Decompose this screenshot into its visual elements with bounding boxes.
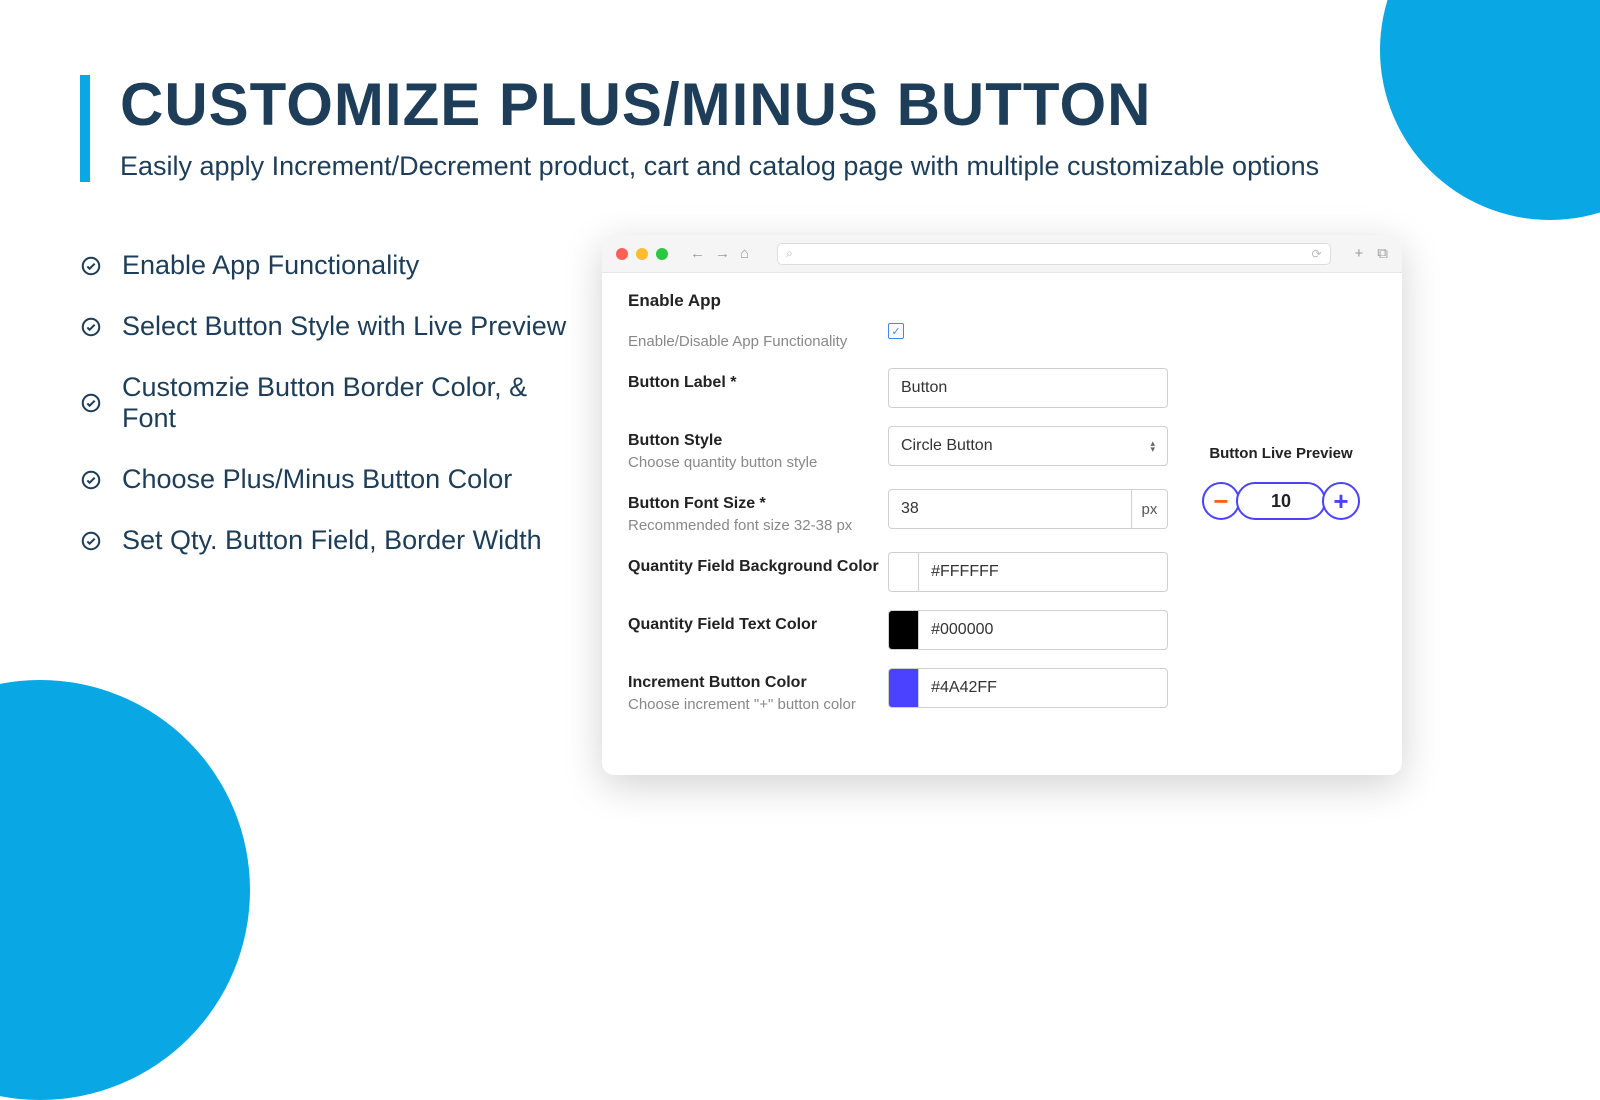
- required-asterisk: *: [730, 374, 736, 391]
- minimize-window-button[interactable]: [636, 248, 648, 260]
- quantity-stepper: − 10 +: [1186, 482, 1376, 520]
- button-style-select[interactable]: Circle Button ▴▾: [888, 426, 1168, 466]
- maximize-window-button[interactable]: [656, 248, 668, 260]
- list-item: Set Qty. Button Field, Border Width: [80, 525, 580, 556]
- check-circle-icon: [80, 392, 102, 414]
- inc-color-hint: Choose increment "+" button color: [628, 696, 888, 713]
- font-size-hint: Recommended font size 32-38 px: [628, 517, 888, 534]
- inc-color-label: Increment Button Color: [628, 674, 888, 692]
- quantity-field[interactable]: 10: [1236, 482, 1326, 520]
- feature-text: Set Qty. Button Field, Border Width: [122, 525, 542, 556]
- button-style-value: Circle Button: [901, 437, 993, 455]
- browser-window: ← → ⌂ ⌕ ⟳ + ⧉ Enable App Enable/Disable …: [602, 235, 1402, 775]
- chevron-updown-icon: ▴▾: [1150, 440, 1155, 452]
- decorative-blob-top: [1380, 0, 1600, 220]
- browser-chrome: ← → ⌂ ⌕ ⟳ + ⧉: [602, 235, 1402, 273]
- preview-title: Button Live Preview: [1186, 445, 1376, 462]
- bg-color-label: Quantity Field Background Color: [628, 558, 888, 576]
- list-item: Choose Plus/Minus Button Color: [80, 464, 580, 495]
- button-style-hint: Choose quantity button style: [628, 454, 888, 471]
- font-size-label: Button Font Size: [628, 495, 755, 512]
- increment-button[interactable]: +: [1322, 482, 1360, 520]
- list-item: Customzie Button Border Color, & Font: [80, 372, 580, 434]
- inc-color-swatch[interactable]: [888, 668, 918, 708]
- check-circle-icon: [80, 316, 102, 338]
- feature-list: Enable App Functionality Select Button S…: [80, 250, 580, 586]
- check-circle-icon: [80, 469, 102, 491]
- required-asterisk: *: [760, 495, 766, 512]
- decorative-blob-bottom: [0, 680, 250, 1100]
- list-item: Enable App Functionality: [80, 250, 580, 281]
- forward-button[interactable]: →: [715, 245, 730, 262]
- new-tab-button[interactable]: +: [1355, 245, 1364, 262]
- close-window-button[interactable]: [616, 248, 628, 260]
- font-size-input[interactable]: [888, 489, 1132, 529]
- app-settings-panel: Enable App Enable/Disable App Functional…: [602, 273, 1402, 731]
- text-color-swatch[interactable]: [888, 610, 918, 650]
- reload-icon[interactable]: ⟳: [1311, 247, 1321, 261]
- button-label-label: Button Label: [628, 374, 726, 391]
- font-size-unit: px: [1132, 489, 1168, 529]
- enable-app-hint: Enable/Disable App Functionality: [628, 333, 888, 350]
- feature-text: Enable App Functionality: [122, 250, 419, 281]
- button-style-label: Button Style: [628, 432, 888, 450]
- home-button[interactable]: ⌂: [740, 245, 749, 262]
- text-color-label: Quantity Field Text Color: [628, 616, 888, 634]
- text-color-input[interactable]: [918, 610, 1168, 650]
- inc-color-input[interactable]: [918, 668, 1168, 708]
- page-title: CUSTOMIZE PLUS/MINUS BUTTON: [120, 75, 1319, 135]
- back-button[interactable]: ←: [690, 245, 705, 262]
- page-subtitle: Easily apply Increment/Decrement product…: [120, 151, 1319, 182]
- page-header: CUSTOMIZE PLUS/MINUS BUTTON Easily apply…: [80, 75, 1319, 182]
- button-label-input[interactable]: [888, 368, 1168, 408]
- bg-color-input[interactable]: [918, 552, 1168, 592]
- section-title-enable: Enable App: [628, 291, 1376, 311]
- check-circle-icon: [80, 530, 102, 552]
- list-item: Select Button Style with Live Preview: [80, 311, 580, 342]
- enable-app-checkbox[interactable]: ✓: [888, 323, 904, 339]
- feature-text: Customzie Button Border Color, & Font: [122, 372, 580, 434]
- search-icon: ⌕: [786, 246, 793, 261]
- url-bar[interactable]: ⌕ ⟳: [777, 243, 1330, 265]
- check-circle-icon: [80, 255, 102, 277]
- feature-text: Choose Plus/Minus Button Color: [122, 464, 512, 495]
- bg-color-swatch[interactable]: [888, 552, 918, 592]
- decrement-button[interactable]: −: [1202, 482, 1240, 520]
- feature-text: Select Button Style with Live Preview: [122, 311, 566, 342]
- live-preview-area: Button Live Preview − 10 +: [1186, 445, 1376, 520]
- tabs-button[interactable]: ⧉: [1377, 245, 1388, 262]
